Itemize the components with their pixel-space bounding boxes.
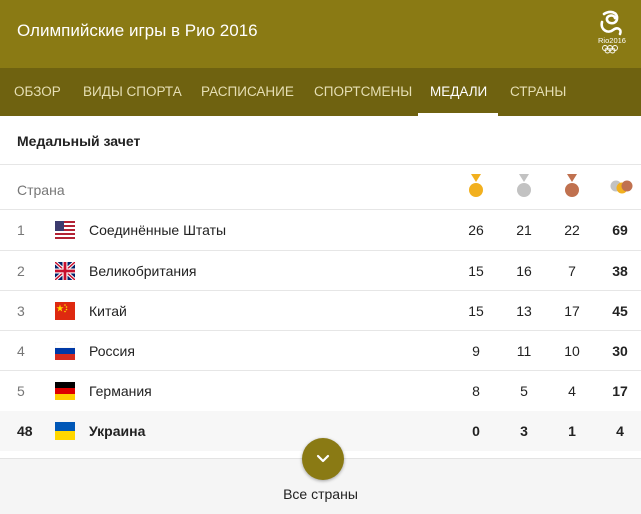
rio-2016-logo-icon: Rio2016 — [598, 10, 626, 54]
usa-flag-icon — [55, 221, 75, 239]
uk-flag-icon — [55, 262, 75, 280]
tab-medals[interactable]: МЕДАЛИ — [430, 68, 487, 116]
country-name: Россия — [89, 343, 135, 359]
nav-tabs: ОБЗОР ВИДЫ СПОРТА РАСПИСАНИЕ СПОРТСМЕНЫ … — [0, 68, 641, 116]
gold-count: 15 — [468, 303, 484, 319]
total-count: 38 — [612, 263, 628, 279]
all-countries-link[interactable]: Все страны — [0, 486, 641, 502]
tab-overview[interactable]: ОБЗОР — [14, 68, 61, 116]
rank: 4 — [17, 343, 25, 359]
bronze-count: 10 — [564, 343, 580, 359]
table-row[interactable]: 4 Россия 9 11 10 30 — [0, 331, 641, 371]
rank: 3 — [17, 303, 25, 319]
country-name: Великобритания — [89, 263, 197, 279]
gold-count: 26 — [468, 222, 484, 238]
medal-table-card: Медальный зачет Страна 1 Соединённые Шта… — [0, 116, 641, 514]
total-count: 69 — [612, 222, 628, 238]
bronze-count: 22 — [564, 222, 580, 238]
expand-button[interactable] — [302, 438, 344, 480]
bronze-medal-icon — [565, 174, 579, 197]
silver-count: 21 — [516, 222, 532, 238]
total-count: 45 — [612, 303, 628, 319]
table-row[interactable]: 3 Китай 15 13 17 45 — [0, 291, 641, 331]
table-row[interactable]: 1 Соединённые Штаты 26 21 22 69 — [0, 210, 641, 250]
gold-count: 15 — [468, 263, 484, 279]
tab-athletes[interactable]: СПОРТСМЕНЫ — [314, 68, 412, 116]
gold-count: 0 — [472, 423, 480, 439]
bronze-count: 17 — [564, 303, 580, 319]
silver-count: 13 — [516, 303, 532, 319]
germany-flag-icon — [55, 382, 75, 400]
country-name: Германия — [89, 383, 152, 399]
rank: 5 — [17, 383, 25, 399]
page-title: Олимпийские игры в Рио 2016 — [17, 21, 258, 40]
tab-sports[interactable]: ВИДЫ СПОРТА — [83, 68, 182, 116]
total-count: 30 — [612, 343, 628, 359]
silver-count: 16 — [516, 263, 532, 279]
china-flag-icon — [55, 302, 75, 320]
silver-count: 3 — [520, 423, 528, 439]
gold-medal-icon — [469, 174, 483, 197]
bronze-count: 1 — [568, 423, 576, 439]
table-row[interactable]: 2 Великобритания 15 16 7 38 — [0, 251, 641, 291]
russia-flag-icon — [55, 342, 75, 360]
total-medals-icon — [610, 180, 633, 194]
table-row[interactable]: 5 Германия 8 5 4 17 — [0, 371, 641, 411]
chevron-down-icon — [316, 454, 330, 463]
rank: 2 — [17, 263, 25, 279]
medal-table-title: Медальный зачет — [17, 133, 141, 149]
silver-medal-icon — [517, 174, 531, 197]
silver-count: 5 — [520, 383, 528, 399]
country-name: Китай — [89, 303, 127, 319]
tab-schedule[interactable]: РАСПИСАНИЕ — [201, 68, 294, 116]
country-name: Соединённые Штаты — [89, 222, 227, 238]
tab-countries[interactable]: СТРАНЫ — [510, 68, 566, 116]
gold-count: 8 — [472, 383, 480, 399]
silver-count: 11 — [516, 343, 532, 359]
rio-logo-text: Rio2016 — [598, 36, 626, 45]
bronze-count: 4 — [568, 383, 576, 399]
divider — [0, 164, 641, 165]
gold-count: 9 — [472, 343, 480, 359]
bronze-count: 7 — [568, 263, 576, 279]
header-bar: Олимпийские игры в Рио 2016 Rio2016 — [0, 0, 641, 68]
ukraine-flag-icon — [55, 422, 75, 440]
country-name: Украина — [89, 423, 146, 439]
total-count: 4 — [616, 423, 624, 439]
rank: 48 — [17, 423, 33, 439]
rank: 1 — [17, 222, 25, 238]
country-column-header: Страна — [17, 182, 65, 198]
total-count: 17 — [612, 383, 628, 399]
